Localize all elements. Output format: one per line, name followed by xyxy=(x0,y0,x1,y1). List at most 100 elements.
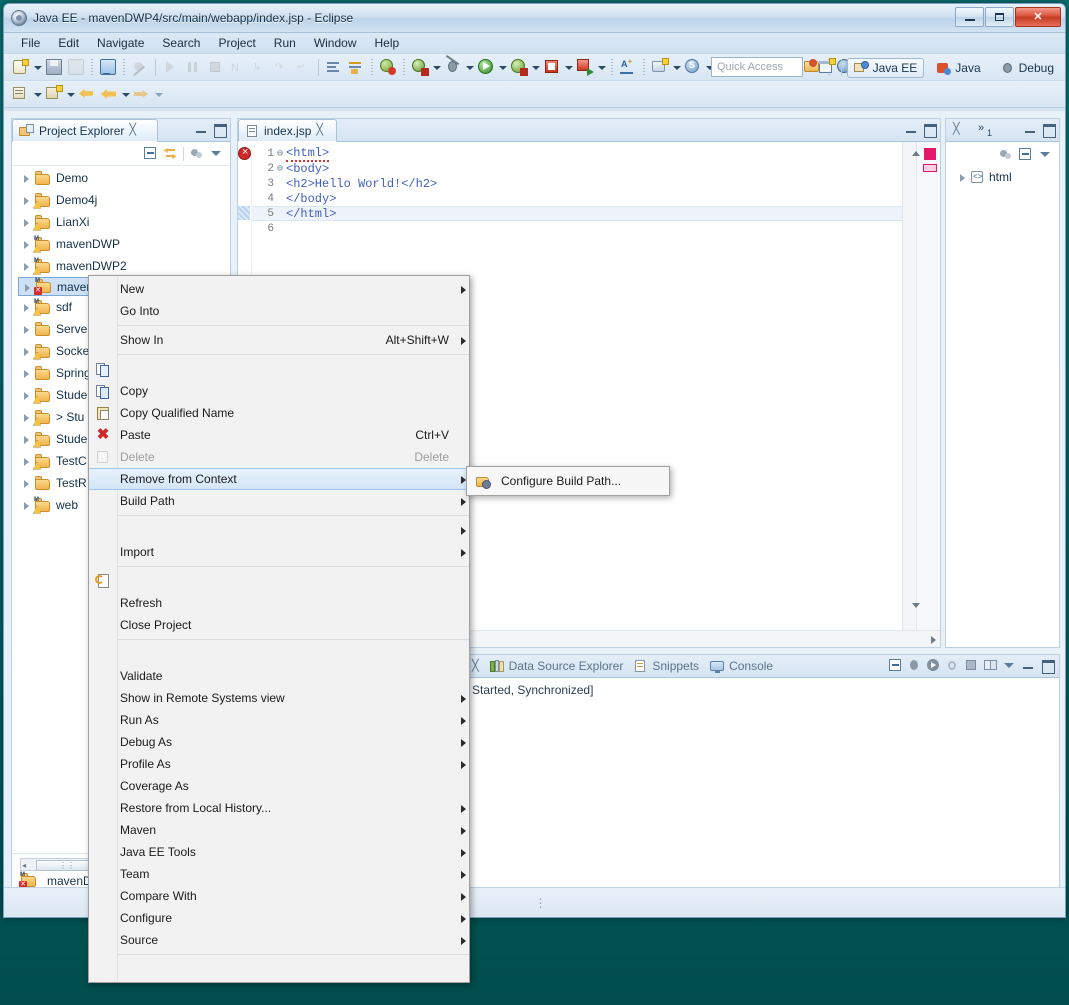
tab-snippets[interactable]: Snippets xyxy=(634,659,699,673)
new-annotation-icon[interactable]: A ✦ xyxy=(618,57,638,77)
outline-item-html[interactable]: <> html xyxy=(952,166,1059,188)
scroll-up-icon[interactable] xyxy=(912,151,920,156)
context-menu-item-compare-with[interactable]: Team xyxy=(89,863,469,885)
tree-item-lianxi[interactable]: LianXi xyxy=(12,211,230,233)
collapse-all-icon[interactable] xyxy=(888,658,903,673)
expand-arrow-icon[interactable] xyxy=(20,172,32,184)
expand-arrow-icon[interactable] xyxy=(20,323,32,335)
outline-tree[interactable]: <> html xyxy=(946,166,1059,188)
context-menu-item-team[interactable]: Java EE Tools xyxy=(89,841,469,863)
open-perspective-icon[interactable] xyxy=(817,58,836,77)
error-marker-icon[interactable] xyxy=(238,146,251,160)
minimize-bottom-icon[interactable] xyxy=(1021,658,1036,673)
context-menu-item-spring-tools[interactable]: Source xyxy=(89,929,469,951)
debug-dropdown-icon[interactable] xyxy=(464,57,475,77)
tree-item-mavendwp2[interactable]: M mavenDWP2 xyxy=(12,255,230,277)
tree-item-demo4j[interactable]: Demo4j xyxy=(12,189,230,211)
context-menu-item-maven[interactable]: Restore from Local History... xyxy=(89,797,469,819)
expand-arrow-icon[interactable] xyxy=(20,260,32,272)
context-menu-item-copy-qualified-name[interactable]: Copy xyxy=(89,380,469,402)
menu-file[interactable]: File xyxy=(12,34,49,52)
publish-icon[interactable] xyxy=(575,57,595,77)
open-type-icon[interactable] xyxy=(410,57,430,77)
bottom-panel-content[interactable]: Started, Synchronized] xyxy=(468,678,1059,887)
close-icon[interactable]: ╳ xyxy=(953,124,960,135)
menu-navigate[interactable]: Navigate xyxy=(88,34,153,52)
link-with-editor-icon[interactable] xyxy=(163,146,178,161)
run-icon[interactable] xyxy=(476,57,496,77)
overview-error-marker[interactable] xyxy=(924,148,936,160)
save-icon[interactable] xyxy=(44,57,64,77)
collapse-all-icon[interactable] xyxy=(143,146,158,161)
new-wizard-icon[interactable] xyxy=(11,57,31,77)
minimize-editor-icon[interactable] xyxy=(904,122,919,137)
submenu-item-configure-build-path[interactable]: Configure Build Path... xyxy=(467,469,669,493)
new-java-class-dropdown-icon[interactable] xyxy=(32,84,43,104)
back-dropdown-icon[interactable] xyxy=(120,84,131,104)
overflow-chevron-icon[interactable]: » 1 xyxy=(978,122,992,138)
menu-window[interactable]: Window xyxy=(305,34,366,52)
perspective-debug[interactable]: Debug xyxy=(993,58,1061,78)
minimize-button[interactable] xyxy=(955,7,984,27)
context-menu-item-configure[interactable]: Compare With xyxy=(89,885,469,907)
context-menu-item-java-ee-tools[interactable]: Maven xyxy=(89,819,469,841)
new-wizard-dropdown-icon[interactable] xyxy=(32,57,43,77)
menu-project[interactable]: Project xyxy=(209,34,264,52)
forward-dropdown-icon[interactable] xyxy=(153,84,164,104)
debug-icon[interactable] xyxy=(443,54,463,77)
open-console-icon[interactable] xyxy=(98,57,118,77)
context-menu-item-export[interactable]: Import xyxy=(89,541,469,563)
view-dropdown-icon[interactable] xyxy=(1002,658,1017,673)
context-menu-item-run-as[interactable]: Show in Remote Systems view xyxy=(89,687,469,709)
view-dropdown-icon[interactable] xyxy=(209,146,224,161)
open-type-dropdown-icon[interactable] xyxy=(431,57,442,77)
new-jsp-icon[interactable] xyxy=(324,57,344,77)
fold-toggle-icon[interactable]: ⊖ xyxy=(274,163,286,175)
tree-item-demo[interactable]: Demo xyxy=(12,167,230,189)
new-spring-bean-icon[interactable]: S xyxy=(683,57,703,77)
maximize-editor-icon[interactable] xyxy=(922,122,937,138)
expand-arrow-icon[interactable] xyxy=(21,281,33,293)
expand-arrow-icon[interactable] xyxy=(20,301,32,313)
scroll-down-icon[interactable] xyxy=(912,603,920,608)
expand-arrow-icon[interactable] xyxy=(20,411,32,423)
overview-visible-range[interactable] xyxy=(923,164,937,172)
back-arrow-icon[interactable] xyxy=(99,84,119,104)
menu-search[interactable]: Search xyxy=(153,34,209,52)
run-connection-icon[interactable] xyxy=(926,658,941,673)
expand-arrow-icon[interactable] xyxy=(20,499,32,511)
context-menu-item-properties[interactable] xyxy=(89,958,469,980)
context-menu-item-restore-from-local-history[interactable]: Coverage As xyxy=(89,775,469,797)
expand-arrow-icon[interactable] xyxy=(20,238,32,250)
tree-item-mavendwp[interactable]: M mavenDWP xyxy=(12,233,230,255)
context-menu-item-close-project[interactable]: Refresh xyxy=(89,592,469,614)
context-menu-item-show-in[interactable]: Show In Alt+Shift+W xyxy=(89,329,469,351)
minimize-outline-icon[interactable] xyxy=(1023,122,1038,137)
stop-server-icon[interactable] xyxy=(542,57,562,77)
tab-project-explorer[interactable]: Project Explorer ╳ xyxy=(12,119,158,142)
context-menu-item-coverage-as[interactable]: Profile As xyxy=(89,753,469,775)
stop-server-dropdown-icon[interactable] xyxy=(563,57,574,77)
close-icon[interactable]: ╳ xyxy=(472,660,479,672)
close-icon[interactable]: ╳ xyxy=(129,125,136,136)
context-menu-item-import[interactable] xyxy=(89,519,469,541)
context-menu-item-validate[interactable] xyxy=(89,643,469,665)
menu-edit[interactable]: Edit xyxy=(49,34,88,52)
expand-arrow-icon[interactable] xyxy=(20,455,32,467)
back-history-icon[interactable] xyxy=(77,84,97,104)
run-dropdown-icon[interactable] xyxy=(497,57,508,77)
scroll-left-icon[interactable]: ◂ xyxy=(22,861,26,870)
quick-access-input[interactable]: Quick Access xyxy=(711,57,803,77)
menu-help[interactable]: Help xyxy=(366,34,409,52)
perspective-java[interactable]: Java xyxy=(929,58,987,78)
editor-overview-ruler[interactable] xyxy=(912,142,940,630)
view-menu-icon[interactable] xyxy=(189,146,204,161)
editor-vertical-scrollbar[interactable] xyxy=(902,142,916,630)
expand-arrow-icon[interactable] xyxy=(20,389,32,401)
context-menu-item-new[interactable]: New xyxy=(89,278,469,300)
maximize-button[interactable] xyxy=(985,7,1014,27)
new-ejb-icon[interactable] xyxy=(44,84,64,104)
tab-index-jsp[interactable]: index.jsp ╳ xyxy=(238,119,337,142)
run-as-server-icon[interactable] xyxy=(509,57,529,77)
maximize-bottom-icon[interactable] xyxy=(1040,658,1055,674)
